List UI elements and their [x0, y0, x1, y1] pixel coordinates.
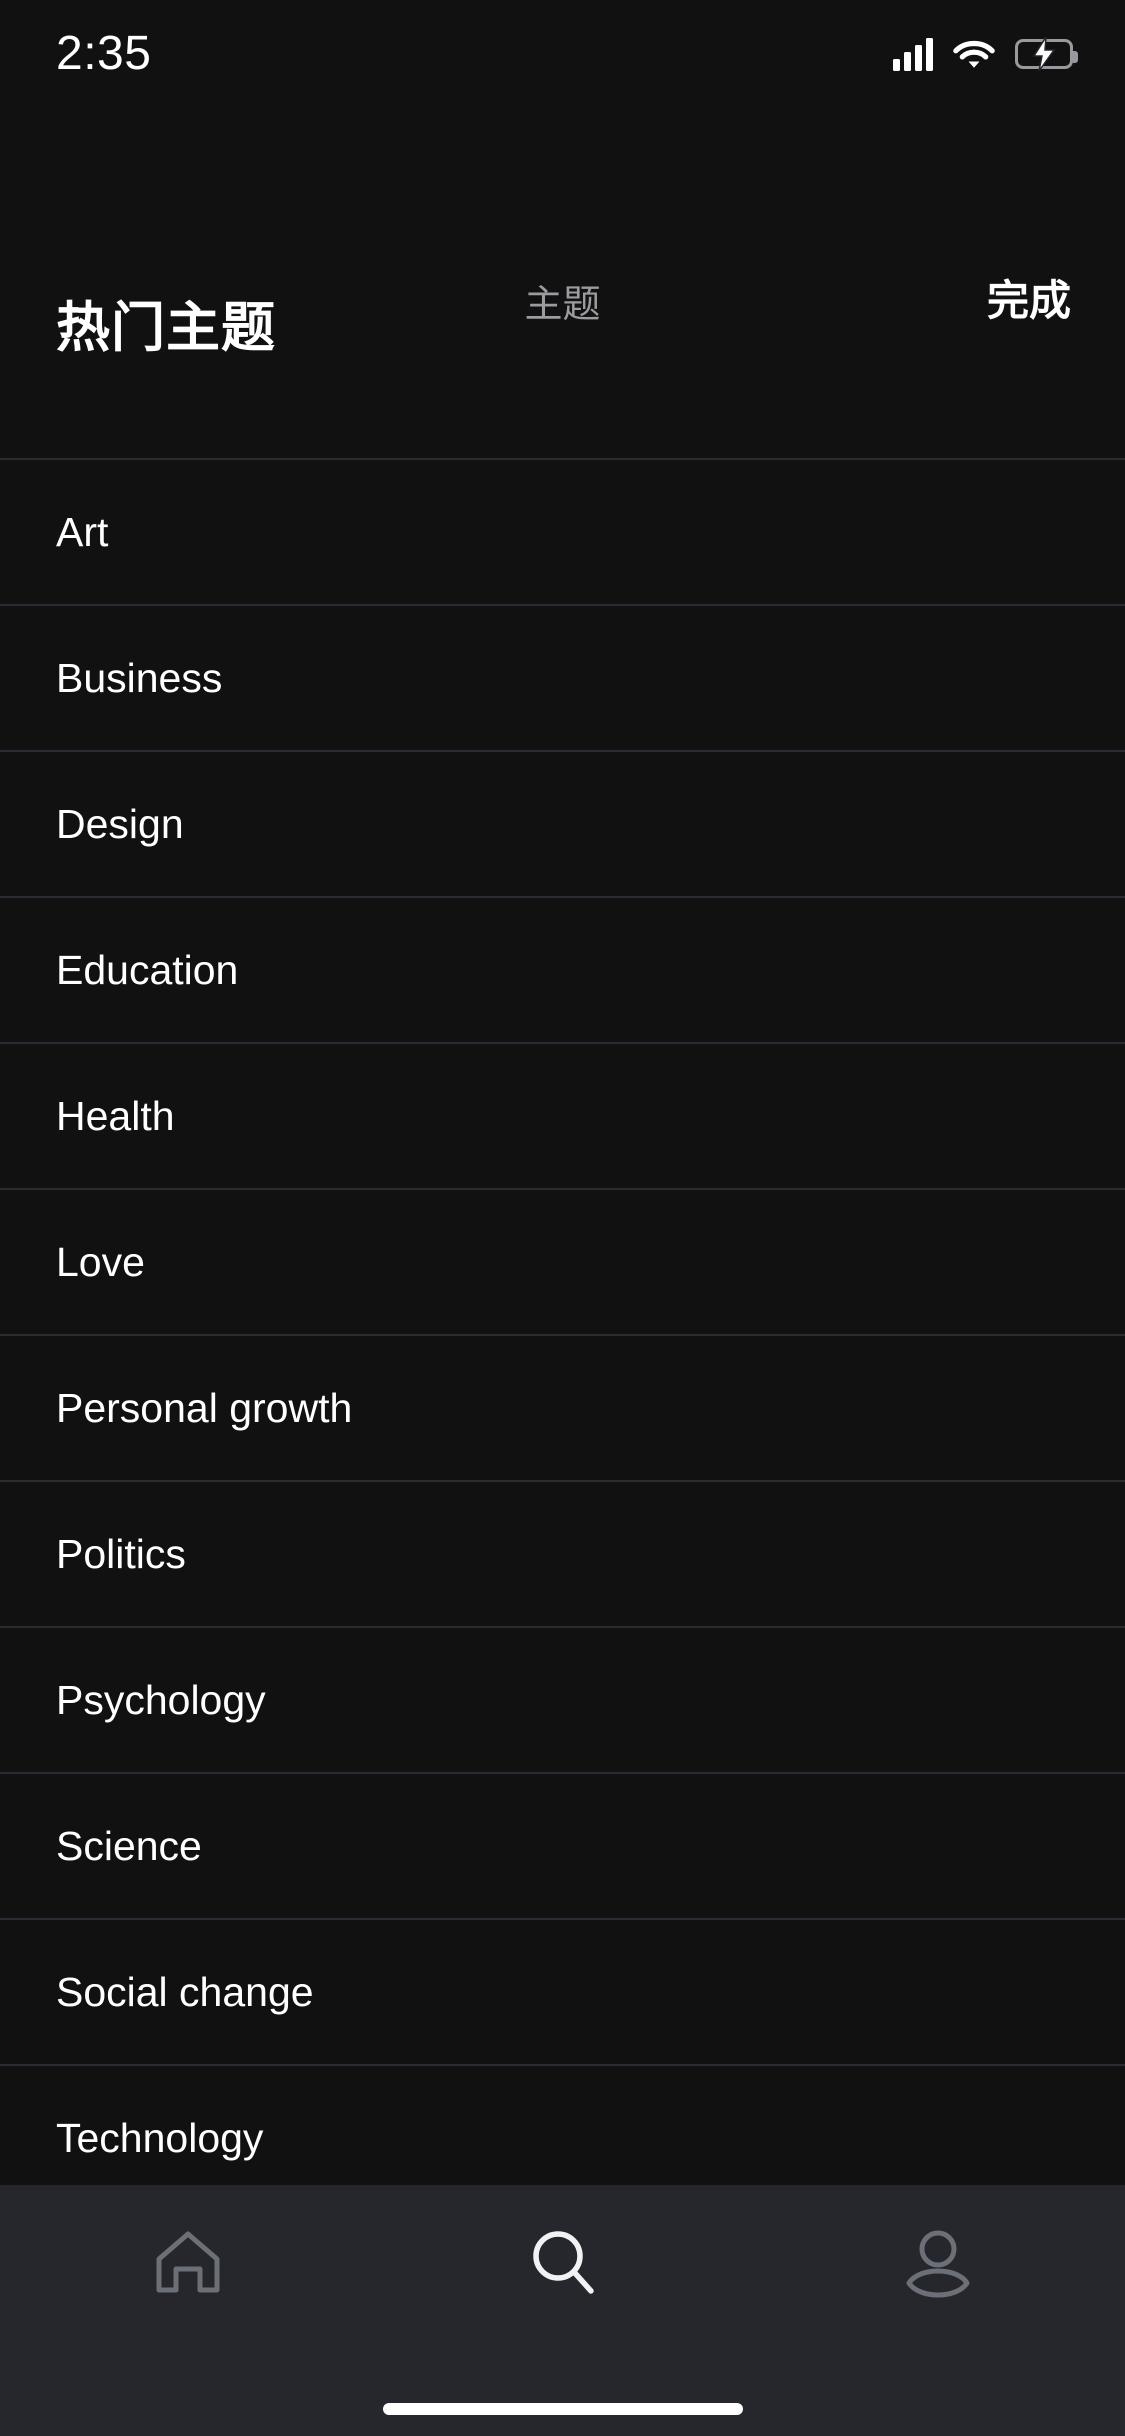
profile-icon — [897, 2221, 979, 2303]
list-item[interactable]: Health — [0, 1044, 1125, 1190]
search-icon — [522, 2221, 604, 2303]
list-item[interactable]: Love — [0, 1190, 1125, 1336]
list-item[interactable]: Art — [0, 460, 1125, 606]
list-item[interactable]: Personal growth — [0, 1336, 1125, 1482]
tab-home[interactable] — [0, 2185, 375, 2436]
list-item-label: Technology — [56, 2114, 264, 2161]
status-time: 2:35 — [56, 27, 152, 80]
list-item-label: Health — [56, 1092, 175, 1139]
list-item[interactable]: Education — [0, 898, 1125, 1044]
list-item[interactable]: Psychology — [0, 1628, 1125, 1774]
list-item-label: Education — [56, 946, 239, 993]
cellular-signal-icon — [893, 37, 933, 71]
list-item[interactable]: Social change — [0, 1920, 1125, 2066]
list-item-label: Design — [56, 800, 184, 847]
list-item[interactable]: Politics — [0, 1482, 1125, 1628]
battery-charging-icon — [1015, 37, 1078, 71]
done-button[interactable]: 完成 — [987, 280, 1071, 322]
tab-profile[interactable] — [750, 2185, 1125, 2436]
list-item-label: Science — [56, 1822, 202, 1869]
tab-search[interactable] — [375, 2185, 750, 2436]
status-bar: 2:35 — [0, 0, 1125, 100]
list-item-label: Psychology — [56, 1676, 266, 1723]
tab-bar — [0, 2185, 1125, 2436]
list-item[interactable]: Science — [0, 1774, 1125, 1920]
app-screen: 2:35 主题 完成 热门主题 Art Business Design Educ… — [0, 0, 1125, 2436]
list-item-label: Politics — [56, 1530, 186, 1577]
topic-list[interactable]: Art Business Design Education Health Love Pers… — [0, 458, 1125, 2185]
home-indicator — [382, 2403, 743, 2415]
list-item-label: Love — [56, 1238, 145, 1285]
list-item[interactable]: Business — [0, 606, 1125, 752]
list-item[interactable]: Technology — [0, 2066, 1125, 2185]
section-header-popular-topics: 热门主题 — [56, 298, 276, 358]
list-item-label: Art — [56, 508, 109, 555]
list-item-label: Personal growth — [56, 1384, 353, 1431]
list-item-label: Business — [56, 654, 223, 701]
wifi-icon — [953, 37, 995, 71]
list-item-label: Social change — [56, 1968, 314, 2015]
list-item[interactable]: Design — [0, 752, 1125, 898]
home-icon — [147, 2221, 229, 2303]
status-indicators — [893, 37, 1078, 71]
navigation-bar: 主题 完成 — [0, 100, 1125, 324]
